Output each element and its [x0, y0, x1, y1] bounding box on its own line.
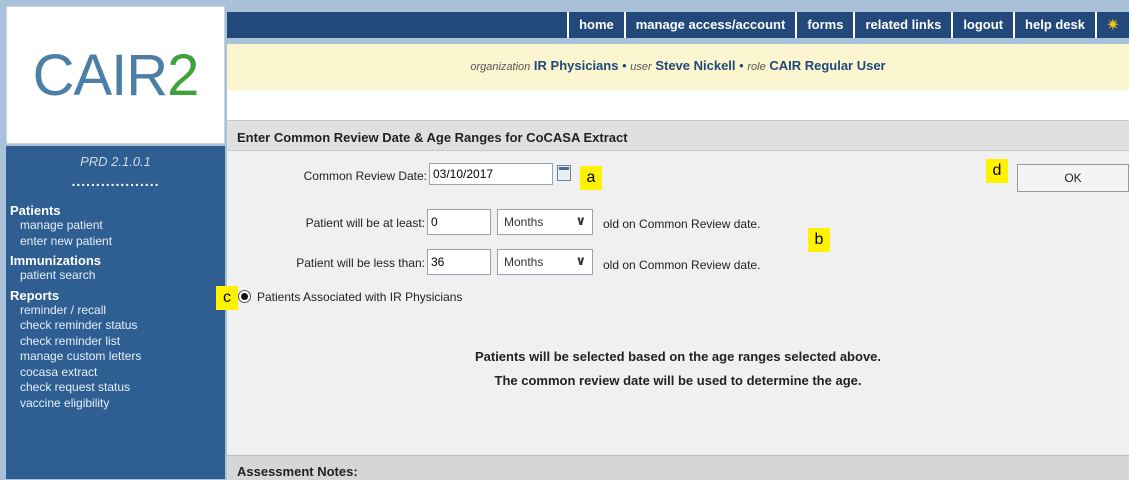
age-min-unit-select[interactable]: Months ∨ — [497, 209, 593, 235]
sidebar-item-vaccine-eligibility[interactable]: vaccine eligibility — [6, 396, 225, 412]
age-min-unit-value: Months — [504, 215, 544, 229]
chevron-down-icon: ∨ — [575, 253, 586, 268]
user-value: Steve Nickell — [655, 58, 736, 73]
ok-button[interactable]: OK — [1017, 164, 1129, 192]
spacer-bar — [227, 90, 1129, 120]
top-nav-bar: home manage access/account forms related… — [227, 12, 1129, 38]
sidebar: PRD 2.1.0.1 .................. Patients … — [6, 146, 225, 479]
annotation-badge-c: c — [216, 286, 238, 310]
age-max-suffix: old on Common Review date. — [603, 258, 761, 272]
chevron-down-icon: ∨ — [575, 213, 586, 228]
sidebar-item-manage-custom-letters[interactable]: manage custom letters — [6, 349, 225, 365]
sidebar-item-patient-search[interactable]: patient search — [6, 268, 225, 284]
annotation-badge-a: a — [580, 166, 602, 190]
age-max-input[interactable] — [427, 249, 491, 275]
sidebar-item-check-reminder-list[interactable]: check reminder list — [6, 334, 225, 350]
org-value: IR Physicians — [533, 58, 619, 73]
nav-forms[interactable]: forms — [795, 12, 853, 38]
nav-logout[interactable]: logout — [951, 12, 1013, 38]
sidebar-section-immunizations: Immunizations — [10, 253, 102, 268]
age-min-suffix: old on Common Review date. — [603, 217, 761, 231]
page-title: Enter Common Review Date & Age Ranges fo… — [227, 121, 1129, 151]
sidebar-item-manage-patient[interactable]: manage patient — [6, 218, 225, 234]
age-max-unit-value: Months — [504, 255, 544, 269]
sidebar-item-reminder-recall[interactable]: reminder / recall — [6, 303, 225, 319]
annotation-badge-b: b — [808, 228, 830, 252]
nav-related-links[interactable]: related links — [853, 12, 951, 38]
age-min-input[interactable] — [427, 209, 491, 235]
role-value: CAIR Regular User — [769, 58, 886, 73]
lightbulb-icon[interactable]: ✷ — [1095, 12, 1129, 38]
annotation-badge-d: d — [986, 159, 1008, 183]
role-label: role — [747, 61, 766, 73]
age-max-label: Patient will be less than: — [296, 256, 425, 270]
assessment-notes-heading: Assessment Notes: — [227, 455, 1129, 480]
logo-area: CAIR2 — [6, 6, 225, 144]
sidebar-item-enter-new-patient[interactable]: enter new patient — [6, 234, 225, 250]
sidebar-section-patients: Patients — [10, 203, 61, 218]
patients-associated-label: Patients Associated with IR Physicians — [257, 290, 463, 304]
nav-manage-access-account[interactable]: manage access/account — [623, 12, 796, 38]
patients-associated-radio[interactable] — [238, 290, 251, 303]
org-label: organization — [470, 61, 531, 73]
sidebar-divider: .................. — [71, 173, 160, 189]
nav-help-desk[interactable]: help desk — [1013, 12, 1095, 38]
user-info-bar: organization IR Physicians • user Steve … — [227, 44, 1129, 90]
cair2-logo: CAIR2 — [32, 42, 200, 108]
sidebar-item-cocasa-extract[interactable]: cocasa extract — [6, 365, 225, 381]
age-max-unit-select[interactable]: Months ∨ — [497, 249, 593, 275]
info-text-2: The common review date will be used to d… — [494, 373, 862, 388]
sidebar-section-reports: Reports — [10, 287, 60, 303]
review-date-input[interactable] — [429, 163, 553, 185]
review-date-label: Common Review Date: — [303, 169, 427, 183]
info-text-1: Patients will be selected based on the a… — [474, 349, 882, 364]
separator: • — [622, 58, 627, 73]
calendar-icon[interactable] — [557, 165, 571, 181]
sidebar-item-check-reminder-status[interactable]: check reminder status — [6, 318, 225, 334]
separator: • — [739, 58, 744, 73]
nav-home[interactable]: home — [567, 12, 624, 38]
version-label: PRD 2.1.0.1 — [80, 154, 151, 169]
sidebar-item-check-request-status[interactable]: check request status — [6, 380, 225, 396]
age-min-label: Patient will be at least: — [305, 216, 425, 230]
user-label: user — [630, 61, 652, 73]
